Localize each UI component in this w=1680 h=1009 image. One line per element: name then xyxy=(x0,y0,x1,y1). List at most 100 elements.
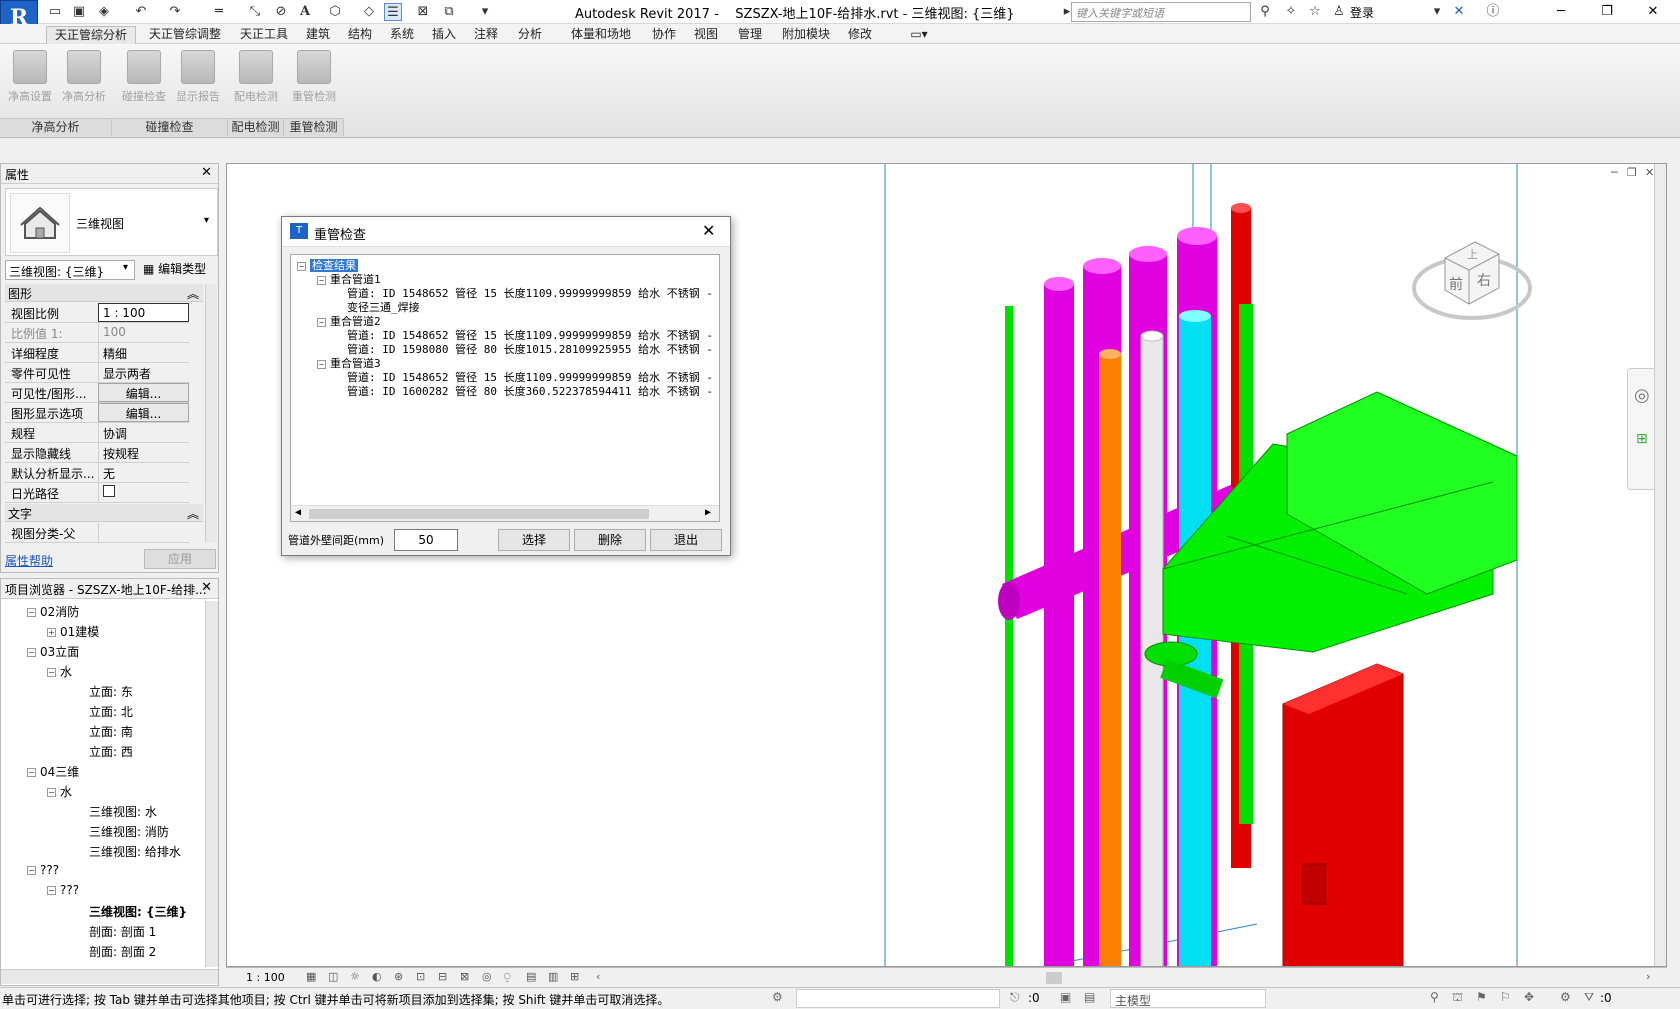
tag-icon[interactable]: ⊘ xyxy=(272,3,290,21)
power-check-button[interactable]: 配电检测 xyxy=(230,48,282,110)
temp-view-properties-icon[interactable]: ▤ xyxy=(526,970,536,983)
instance-selector[interactable]: 三维视图: {三维} xyxy=(5,260,135,280)
minimize-button[interactable]: ─ xyxy=(1538,0,1584,24)
select-links-icon[interactable]: ⚲ xyxy=(1430,990,1439,1004)
instance-dropdown-icon[interactable]: ▾ xyxy=(123,262,128,273)
dimension-icon[interactable]: ⤡ xyxy=(246,3,264,21)
viewport-scrollbar[interactable] xyxy=(1654,164,1666,966)
tree-leaf[interactable]: 三维视图: 水 xyxy=(89,803,157,820)
duplicate-pipe-check-button[interactable]: 重管检测 xyxy=(288,48,340,110)
tree-node[interactable]: +01建模 xyxy=(47,623,99,640)
section-icon[interactable]: ◇ xyxy=(360,3,378,21)
exit-button[interactable]: 退出 xyxy=(650,529,722,551)
view-scale[interactable]: 1 : 100 xyxy=(246,971,285,984)
type-dropdown-icon[interactable]: ▾ xyxy=(204,215,209,226)
vg-edit-button[interactable]: 编辑... xyxy=(98,383,189,402)
filter-icon[interactable]: ⛛ xyxy=(1584,990,1594,1005)
switch-windows-icon[interactable]: ⧉ xyxy=(440,3,458,21)
restore-button[interactable]: ❐ xyxy=(1584,0,1630,24)
apply-button[interactable]: 应用 xyxy=(144,549,216,569)
background-processes-icon[interactable]: ⚙ xyxy=(1560,990,1571,1004)
workset-select[interactable] xyxy=(796,989,1000,1008)
tree-leaf[interactable]: 立面: 西 xyxy=(89,743,133,760)
tree-item[interactable]: 管道: ID 1600282 管径 80 长度360.522378594411 … xyxy=(347,383,719,399)
headroom-analysis-button[interactable]: 净高分析 xyxy=(58,48,110,110)
tree-node[interactable]: − 水 xyxy=(47,783,72,800)
tree-node[interactable]: − 水 xyxy=(47,663,72,680)
analysis-display-icon[interactable]: ▥ xyxy=(548,970,558,983)
customize-qat-icon[interactable]: ▾ xyxy=(476,3,494,21)
view-cube-front[interactable]: 前 xyxy=(1449,274,1463,294)
dialog-close-button[interactable]: ✕ xyxy=(702,221,715,240)
close-hidden-icon[interactable]: ⊠ xyxy=(414,3,432,21)
reveal-hidden-icon[interactable]: ⍜ xyxy=(504,970,511,984)
redo-icon[interactable]: ↷ xyxy=(166,3,184,21)
edit-type-button[interactable]: ▦ 编辑类型 xyxy=(143,260,206,277)
scroll-left-icon[interactable]: ◀ xyxy=(295,507,301,518)
headroom-settings-button[interactable]: 净高设置 xyxy=(4,48,56,110)
editable-only-icon[interactable]: ⎋ xyxy=(1010,990,1020,1005)
3d-view-icon[interactable]: ⬡ xyxy=(326,3,344,21)
undo-icon[interactable]: ↶ xyxy=(132,3,150,21)
close-properties-icon[interactable]: ✕ xyxy=(201,165,212,180)
tree-leaf-active[interactable]: 三维视图: {三维} xyxy=(89,903,187,920)
search-input[interactable]: 键入关键字或短语 xyxy=(1071,2,1251,22)
thin-lines-icon[interactable]: ☰ xyxy=(384,3,402,21)
tree-item[interactable]: 管道: ID 1598080 管径 80 长度1015.28109925955 … xyxy=(347,341,719,357)
delete-button[interactable]: 删除 xyxy=(574,529,646,551)
show-crop-icon[interactable]: ⊟ xyxy=(438,970,447,983)
tree-leaf[interactable]: 三维视图: 给排水 xyxy=(89,843,181,860)
tree-leaf[interactable]: 立面: 南 xyxy=(89,723,133,740)
design-option-select[interactable]: 主模型 xyxy=(1110,989,1266,1008)
close-browser-icon[interactable]: ✕ xyxy=(201,580,212,595)
view-cube-top[interactable]: 上 xyxy=(1467,246,1478,262)
save-icon[interactable]: ▣ xyxy=(70,3,88,21)
exclude-options-icon[interactable]: ▤ xyxy=(1084,990,1095,1004)
scroll-right-icon[interactable]: › xyxy=(1646,970,1650,983)
view-cube[interactable]: 前 右 上 xyxy=(1407,230,1537,330)
detail-level-icon[interactable]: ▦ xyxy=(306,970,316,983)
tree-leaf[interactable]: 剖面: 剖面 1 xyxy=(89,923,156,940)
temp-hide-icon[interactable]: ◎ xyxy=(482,970,492,983)
text-icon[interactable]: A xyxy=(296,3,314,21)
tab-analyze[interactable]: 分析 xyxy=(512,26,548,44)
show-report-button[interactable]: 显示报告 xyxy=(172,48,224,110)
tree-node[interactable]: −02消防 xyxy=(27,603,79,620)
tab-annotate[interactable]: 注释 xyxy=(468,26,504,44)
visual-style-icon[interactable]: ◫ xyxy=(328,970,338,983)
clash-check-button[interactable]: 碰撞检查 xyxy=(118,48,170,110)
type-selector[interactable]: 三维视图 ▾ xyxy=(5,188,218,256)
select-button[interactable]: 选择 xyxy=(498,529,570,551)
steering-wheel-icon[interactable]: ◎ xyxy=(1634,385,1650,406)
login-link[interactable]: 登录 xyxy=(1350,4,1374,21)
result-tree[interactable]: − 检查结果 − 重合管道1 管道: ID 1548652 管径 15 长度1109… xyxy=(290,254,720,522)
gap-input[interactable]: 50 xyxy=(394,529,458,551)
tree-node[interactable]: −??? xyxy=(47,883,79,897)
viewport-minimize-icon[interactable]: ─ xyxy=(1611,166,1618,179)
section-graphics[interactable]: 图形 ︽ xyxy=(5,284,203,302)
shadows-icon[interactable]: ◐ xyxy=(372,970,382,983)
browser-hscrollbar[interactable] xyxy=(1,969,218,984)
tab-collaborate[interactable]: 协作 xyxy=(646,26,682,44)
tab-tianzheng-adjust[interactable]: 天正管综调整 xyxy=(140,26,230,44)
tree-node[interactable]: −03立面 xyxy=(27,643,79,660)
select-by-face-icon[interactable]: ⚐ xyxy=(1500,990,1511,1004)
select-pinned-icon[interactable]: ⚑ xyxy=(1476,990,1487,1004)
zoom-icon[interactable]: ⊞ xyxy=(1636,431,1648,447)
browser-scrollbar[interactable] xyxy=(205,601,218,967)
tab-structure[interactable]: 结构 xyxy=(342,26,378,44)
properties-scrollbar[interactable] xyxy=(205,284,217,542)
tree-leaf[interactable]: 立面: 北 xyxy=(89,703,133,720)
view-cube-right[interactable]: 右 xyxy=(1477,270,1491,290)
render-icon[interactable]: ⊛ xyxy=(394,970,403,983)
tab-addins[interactable]: 附加模块 xyxy=(776,26,836,44)
tree-node[interactable]: −04三维 xyxy=(27,763,79,780)
tab-massing-site[interactable]: 体量和场地 xyxy=(556,26,646,44)
tab-insert[interactable]: 插入 xyxy=(426,26,462,44)
crop-view-icon[interactable]: ⊡ xyxy=(416,970,425,983)
tab-manage[interactable]: 管理 xyxy=(732,26,768,44)
tab-modify[interactable]: 修改 xyxy=(842,26,878,44)
sync-icon[interactable]: ◈ xyxy=(95,3,113,21)
lock-view-icon[interactable]: ⊠ xyxy=(460,970,469,983)
viewport-close-icon[interactable]: ✕ xyxy=(1645,166,1654,179)
